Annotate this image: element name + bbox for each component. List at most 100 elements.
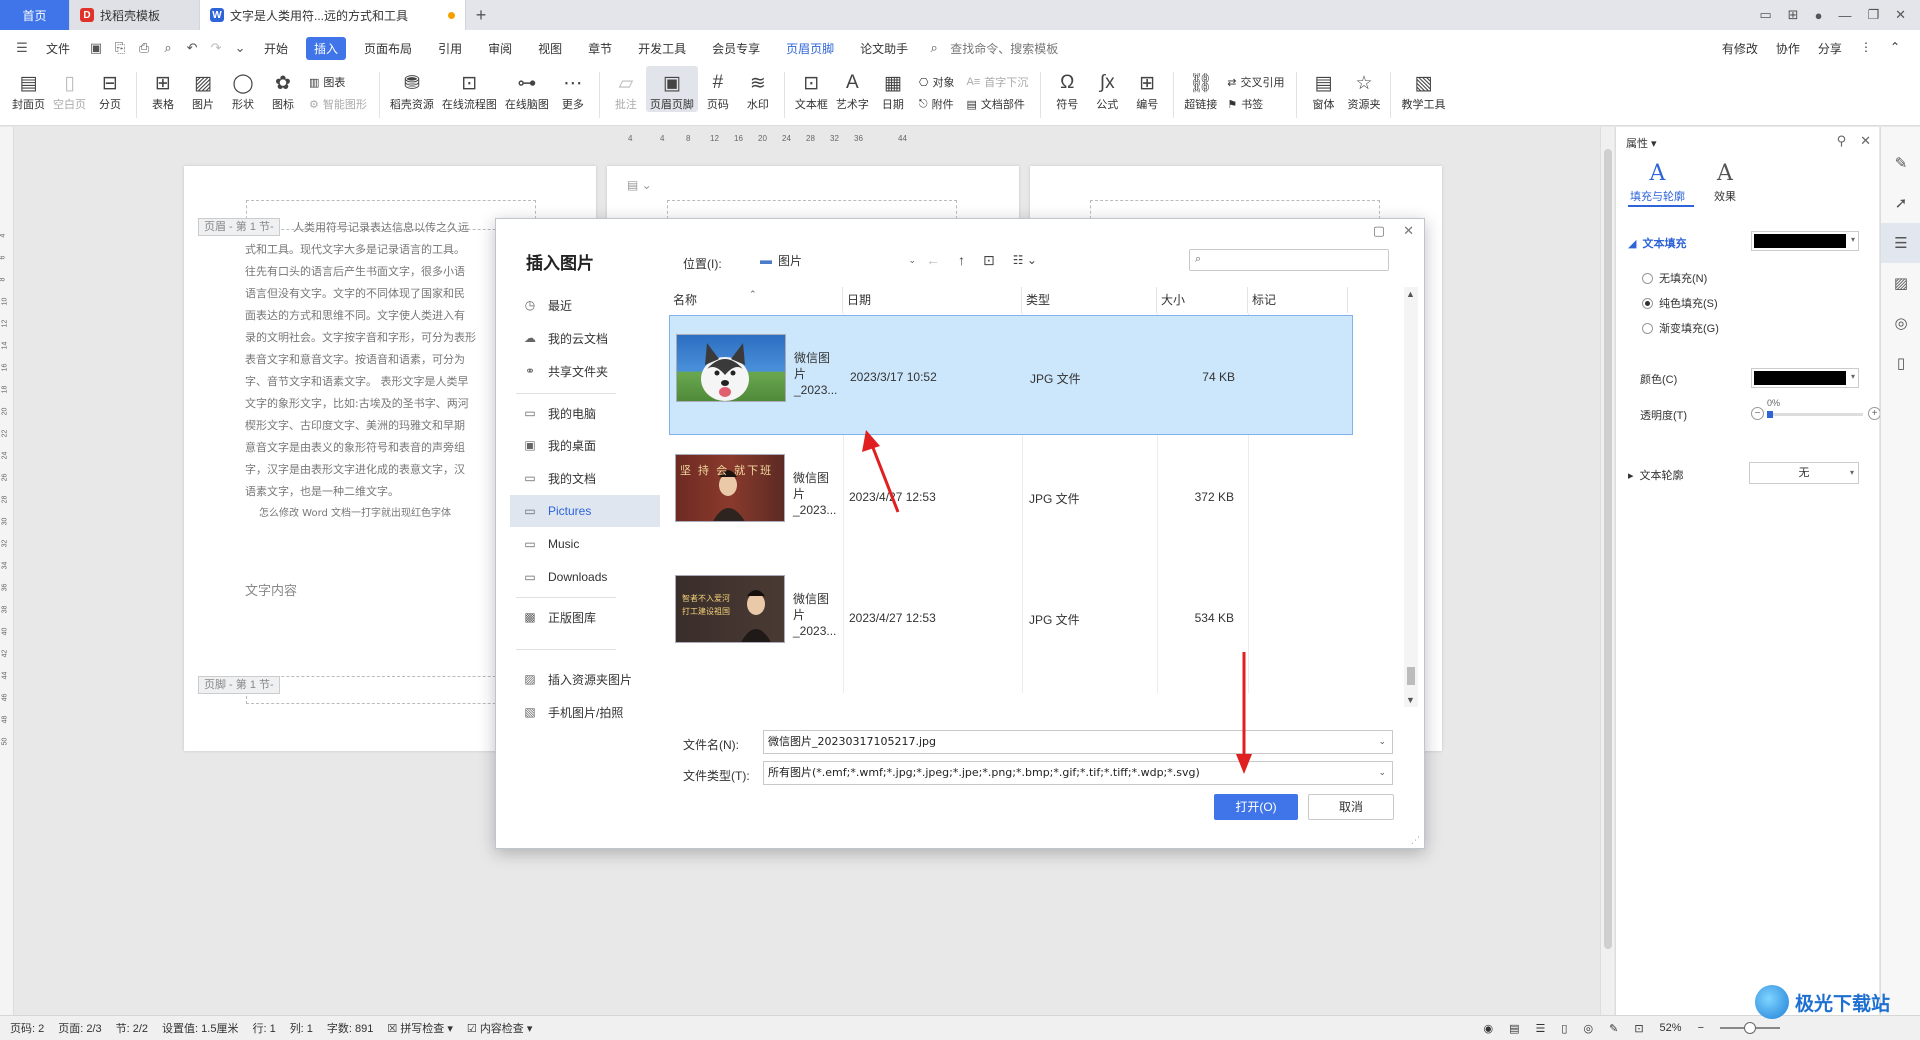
text-fill-section[interactable]: ◢ 文本填充 [1628, 235, 1686, 251]
outline-dropdown[interactable]: 无 ▾ [1749, 462, 1859, 484]
menu-header-footer[interactable]: 页眉页脚 [778, 37, 842, 60]
sidebar-item-gallery[interactable]: ▩ 正版图库 [510, 601, 660, 633]
column-size[interactable]: 大小 [1157, 287, 1248, 313]
tab-fill-outline[interactable]: A 填充与轮廓 [1630, 161, 1685, 204]
book-icon[interactable]: ▯ [1881, 343, 1920, 383]
file-row[interactable]: 微信图片_2023... 2023/3/17 10:52 JPG 文件 74 K… [669, 315, 1353, 435]
header-footer-button[interactable]: ▣ 页眉页脚 [645, 66, 698, 112]
text-fill-color-picker[interactable]: ▾ [1751, 231, 1859, 251]
more-chevron-icon[interactable]: ⌄ [232, 40, 248, 56]
menu-chapter[interactable]: 章节 [580, 37, 620, 60]
hamburger-icon[interactable]: ☰ [14, 40, 30, 56]
menu-start[interactable]: 开始 [256, 37, 296, 60]
chart-button[interactable]: ▥ 图表 [309, 74, 367, 90]
textbox-button[interactable]: ⊡ 文本框 [791, 66, 832, 112]
attachment-button[interactable]: ⎋ 附件 [919, 96, 955, 112]
sidebar-item-pictures[interactable]: ▭ Pictures [510, 495, 660, 527]
location-icon[interactable]: ◎ [1881, 303, 1920, 343]
object-button[interactable]: ⎔ 对象 [919, 74, 955, 90]
maximize-icon[interactable]: ▢ [1373, 223, 1385, 239]
teaching-tools-button[interactable]: ▧ 教学工具 [1397, 66, 1449, 112]
document-scrollbar[interactable] [1600, 127, 1614, 1015]
menu-layout[interactable]: 页面布局 [356, 37, 420, 60]
minimize-icon[interactable]: — [1838, 8, 1851, 23]
symbol-button[interactable]: Ω 符号 [1047, 66, 1087, 112]
command-search[interactable]: 查找命令、搜索模板 [942, 37, 1066, 60]
text-outline-section[interactable]: ▸ 文本轮廓 [1628, 467, 1684, 483]
formula-button[interactable]: ∫x 公式 [1087, 66, 1127, 112]
new-tab-button[interactable]: + [466, 0, 496, 30]
bookmark-button[interactable]: ⚑ 书签 [1227, 96, 1284, 112]
sidebar-item-downloads[interactable]: ▭ Downloads [510, 561, 660, 593]
undo-icon[interactable]: ↶ [184, 40, 200, 56]
new-folder-icon[interactable]: ⊡ [983, 252, 995, 269]
up-arrow-icon[interactable]: ↑ [958, 252, 965, 268]
cursor-icon[interactable]: ➚ [1881, 183, 1920, 223]
filename-field[interactable]: 微信图片_20230317105217.jpg ⌄ [763, 730, 1393, 754]
spell-check-button[interactable]: ☒ 拼写检查 ▾ [387, 1020, 453, 1036]
watermark-button[interactable]: ≋ 水印 [738, 66, 778, 112]
sidebar-item-cloud[interactable]: ☁ 我的云文档 [510, 322, 660, 354]
menu-view[interactable]: 视图 [530, 37, 570, 60]
solid-fill-option[interactable]: 纯色填充(S) [1642, 295, 1718, 311]
fit-icon[interactable]: ⊡ [1634, 1022, 1643, 1035]
page-break-button[interactable]: ⊟ 分页 [90, 66, 130, 112]
minus-button[interactable]: − [1751, 407, 1764, 420]
resource-folder-button[interactable]: ☆ 资源夹 [1343, 66, 1384, 112]
no-fill-option[interactable]: 无填充(N) [1642, 270, 1707, 286]
column-type[interactable]: 类型 [1022, 287, 1157, 313]
column-tag[interactable]: 标记 [1248, 287, 1348, 313]
tab-document[interactable]: W 文字是人类用符...远的方式和工具 [200, 0, 466, 30]
scroll-up-icon[interactable]: ▲ [1406, 289, 1415, 299]
zoom-out-icon[interactable]: − [1698, 1022, 1704, 1034]
print-icon[interactable]: ⎙ [136, 40, 152, 56]
read-view-icon[interactable]: ▯ [1561, 1022, 1567, 1035]
file-row[interactable]: 坚 持 会 就下班 微信图片_2023... 2023/4/27 12:53 J… [669, 436, 1353, 556]
open-button[interactable]: 打开(O) [1214, 794, 1298, 820]
comment-button[interactable]: ▱ 批注 [606, 66, 646, 112]
tab-effect[interactable]: A 效果 [1714, 161, 1736, 204]
more-icon[interactable]: ⋮ [1860, 40, 1872, 57]
search-input[interactable]: ⌕ [1189, 249, 1389, 271]
sidebar-item-resource-folder[interactable]: ▨ 插入资源夹图片 [510, 663, 660, 695]
zoom-value[interactable]: 52% [1660, 1022, 1682, 1034]
transparency-slider[interactable] [1767, 411, 1863, 418]
icon-button[interactable]: ✿ 图标 [263, 66, 303, 112]
file-list-scrollbar[interactable]: ▲ ▼ [1404, 287, 1418, 707]
layout-icon[interactable]: ▭ [1759, 7, 1771, 23]
page-view-icon[interactable]: ▤ [1509, 1022, 1519, 1035]
column-name[interactable]: 名称 ⌃ [669, 287, 843, 313]
date-button[interactable]: ▦ 日期 [873, 66, 913, 112]
form-button[interactable]: ▤ 窗体 [1303, 66, 1343, 112]
resize-grip-icon[interactable]: ⋰ [1411, 835, 1420, 846]
gradient-fill-option[interactable]: 渐变填充(G) [1642, 320, 1719, 336]
scroll-down-icon[interactable]: ▼ [1406, 695, 1415, 705]
pin-icon[interactable]: ⚲ [1837, 133, 1847, 149]
web-view-icon[interactable]: ◎ [1583, 1022, 1593, 1035]
doc-parts-button[interactable]: ▤ 文档部件 [966, 96, 1028, 112]
menu-review[interactable]: 审阅 [480, 37, 520, 60]
dialog-close-icon[interactable]: ✕ [1403, 223, 1414, 239]
table-button[interactable]: ⊞ 表格 [143, 66, 183, 112]
cover-page-button[interactable]: ▤ 封面页 [8, 66, 49, 112]
restore-icon[interactable]: ❐ [1867, 7, 1879, 23]
sidebar-item-desktop[interactable]: ▣ 我的桌面 [510, 429, 660, 461]
slider-knob[interactable] [1767, 411, 1773, 418]
cancel-button[interactable]: 取消 [1308, 794, 1394, 820]
wordart-button[interactable]: A 艺术字 [832, 66, 873, 112]
numbering-button[interactable]: ⊞ 编号 [1127, 66, 1167, 112]
tab-template[interactable]: D 找稻壳模板 [70, 0, 200, 30]
shape-button[interactable]: ◯ 形状 [223, 66, 263, 112]
sidebar-item-shared[interactable]: ⚭ 共享文件夹 [510, 355, 660, 387]
sidebar-item-phone-photo[interactable]: ▧ 手机图片/拍照 [510, 696, 660, 728]
scroll-thumb[interactable] [1604, 149, 1612, 949]
menu-file[interactable]: 文件 [38, 37, 78, 60]
outline-view-icon[interactable]: ☰ [1536, 1022, 1546, 1035]
footer-area[interactable] [246, 676, 536, 704]
modified-button[interactable]: 有修改 [1722, 40, 1758, 57]
tab-home[interactable]: 首页 [0, 0, 70, 30]
menu-insert[interactable]: 插入 [306, 36, 347, 60]
smart-art-button[interactable]: ⚙ 智能图形 [309, 96, 367, 112]
menu-thesis[interactable]: 论文助手 [852, 37, 916, 60]
location-select[interactable]: ▬ 图片 ⌄ [756, 249, 916, 271]
